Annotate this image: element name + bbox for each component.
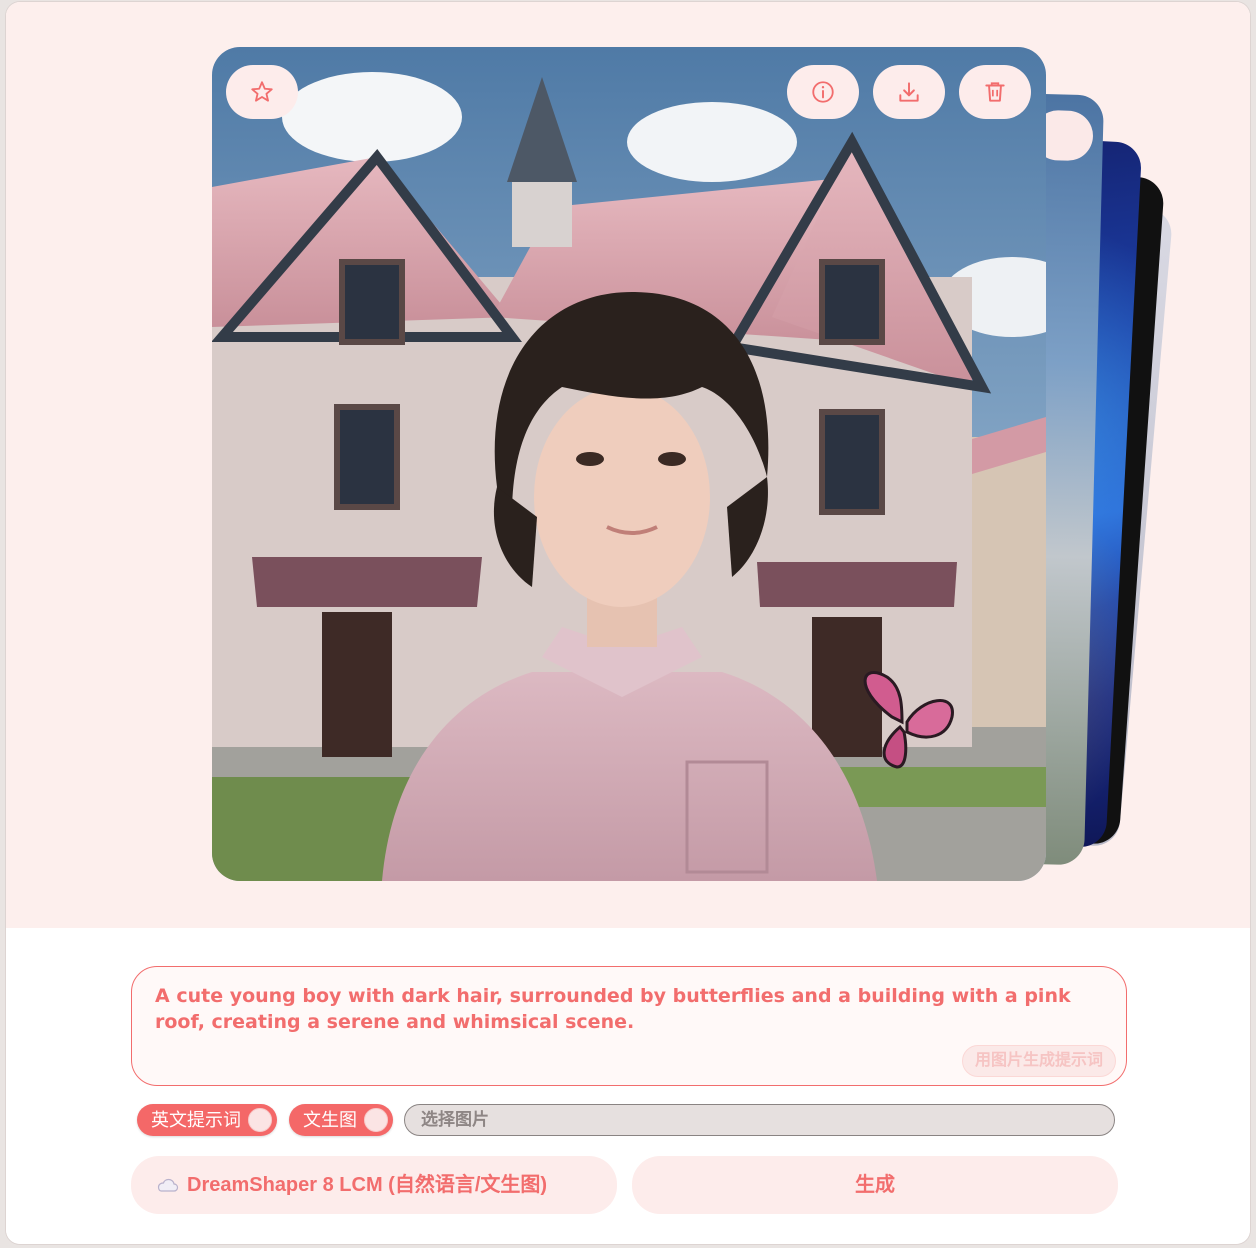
trash-icon	[985, 82, 1005, 102]
generated-image	[212, 47, 1046, 881]
toggle-knob	[362, 1106, 390, 1134]
image-file-picker[interactable]: 选择图片	[404, 1104, 1115, 1136]
generated-image-content	[212, 47, 1046, 881]
model-select-button[interactable]: DreamShaper 8 LCM (自然语言/文生图)	[131, 1156, 617, 1214]
app-window: A cute young boy with dark hair, surroun…	[6, 2, 1250, 1244]
toggle-knob	[246, 1106, 274, 1134]
english-prompt-label: 英文提示词	[151, 1110, 241, 1130]
model-name: DreamShaper 8 LCM (自然语言/文生图)	[187, 1174, 548, 1196]
info-button[interactable]	[787, 65, 859, 119]
text-to-image-label: 文生图	[303, 1110, 357, 1130]
prompt-textarea[interactable]: A cute young boy with dark hair, surroun…	[131, 966, 1127, 1086]
english-prompt-toggle[interactable]: 英文提示词	[137, 1104, 277, 1136]
text-to-image-toggle[interactable]: 文生图	[289, 1104, 393, 1136]
info-icon	[812, 81, 834, 103]
star-icon	[251, 81, 273, 102]
image-gallery	[6, 2, 1250, 928]
cloud-icon	[157, 1178, 179, 1192]
download-button[interactable]	[873, 65, 945, 119]
delete-button[interactable]	[959, 65, 1031, 119]
favorite-button[interactable]	[226, 65, 298, 119]
image-to-prompt-button[interactable]: 用图片生成提示词	[961, 1045, 1116, 1077]
control-panel: A cute young boy with dark hair, surroun…	[6, 928, 1250, 1244]
prompt-text[interactable]: A cute young boy with dark hair, surroun…	[155, 983, 1095, 1035]
download-icon	[899, 82, 919, 102]
generate-button[interactable]: 生成	[632, 1156, 1118, 1214]
